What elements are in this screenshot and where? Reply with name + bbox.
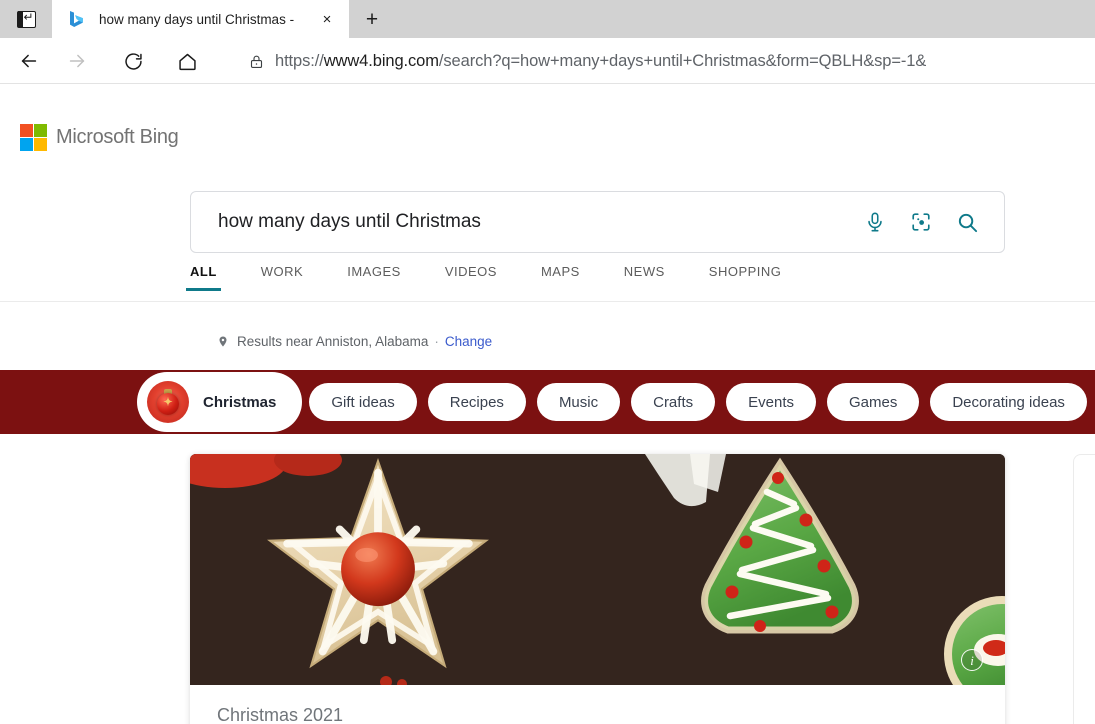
tab-strip-empty-area	[395, 0, 1095, 38]
banner-pill-gift-ideas[interactable]: Gift ideas	[309, 383, 417, 421]
close-icon[interactable]: ×	[317, 9, 337, 29]
location-text: Results near Anniston, Alabama	[237, 334, 429, 349]
url-path: /search?q=how+many+days+until+Christmas&…	[438, 51, 927, 70]
tab-actions-icon[interactable]	[0, 0, 52, 38]
banner-pill-christmas[interactable]: ✦ Christmas	[141, 376, 299, 428]
microphone-icon[interactable]	[852, 199, 898, 245]
back-arrow-icon[interactable]	[9, 41, 49, 81]
banner-pill-crafts[interactable]: Crafts	[631, 383, 716, 421]
tab-title: how many days until Christmas -	[99, 11, 295, 27]
browser-tab[interactable]: how many days until Christmas - ×	[52, 0, 347, 38]
sidebar-card	[1073, 454, 1095, 724]
answer-body: Christmas 2021 Saturday, December 25 (in…	[190, 685, 1005, 724]
change-location-link[interactable]: Change	[445, 334, 492, 349]
tab-all[interactable]: ALL	[186, 264, 221, 291]
bing-logo-text: Microsoft Bing	[56, 126, 179, 148]
christmas-banner: ✦ Christmas Gift ideas Recipes Music Cra…	[0, 370, 1095, 434]
banner-pill-label: Christmas	[203, 393, 277, 411]
search-box[interactable]: how many days until Christmas	[190, 191, 1005, 253]
christmas-answer-card: i Christmas 2021 Saturday, December 25 (…	[190, 454, 1005, 724]
christmas-ornament-icon: ✦	[147, 381, 189, 423]
tab-images[interactable]: IMAGES	[347, 264, 401, 291]
bing-header: Microsoft Bing how many days until Chris…	[0, 84, 1095, 349]
banner-pill-recipes[interactable]: Recipes	[427, 383, 526, 421]
image-info-badge[interactable]: i	[961, 649, 983, 671]
url-host: www4.bing.com	[323, 51, 439, 70]
forward-arrow-icon	[57, 41, 97, 81]
answer-eyebrow: Christmas 2021	[217, 705, 344, 724]
lock-icon[interactable]	[246, 51, 266, 71]
banner-pill-events[interactable]: Events	[726, 383, 816, 421]
page-content: Microsoft Bing how many days until Chris…	[0, 84, 1095, 724]
new-tab-button[interactable]: +	[349, 0, 395, 38]
location-separator: ·	[434, 334, 439, 349]
address-bar[interactable]: https://www4.bing.com/search?q=how+many+…	[232, 44, 1095, 78]
location-pin-icon	[217, 334, 229, 349]
url-text[interactable]: https://www4.bing.com/search?q=how+many+…	[275, 52, 926, 71]
tab-videos[interactable]: VIDEOS	[445, 264, 497, 291]
banner-pill-music[interactable]: Music	[536, 383, 621, 421]
tab-shopping[interactable]: SHOPPING	[709, 264, 782, 291]
reload-icon[interactable]	[113, 41, 153, 81]
home-icon[interactable]	[167, 41, 207, 81]
url-scheme: https://	[275, 51, 324, 70]
banner-pill-list: ✦ Christmas Gift ideas Recipes Music Cra…	[141, 376, 1095, 428]
visual-search-icon[interactable]	[898, 199, 944, 245]
result-type-tabs: ALL WORK IMAGES VIDEOS MAPS NEWS SHOPPIN…	[186, 264, 825, 301]
bing-logo[interactable]: Microsoft Bing	[20, 124, 179, 151]
tab-work[interactable]: WORK	[261, 264, 303, 291]
hero-image[interactable]: i	[190, 454, 1005, 685]
tabs-divider	[0, 301, 1095, 302]
location-row: Results near Anniston, Alabama · Change	[217, 334, 492, 349]
search-icon[interactable]	[944, 199, 990, 245]
microsoft-logo-icon	[20, 124, 47, 151]
tab-actions-glyph	[16, 8, 36, 28]
search-input[interactable]: how many days until Christmas	[218, 211, 852, 233]
bing-favicon	[68, 10, 85, 28]
tab-strip: how many days until Christmas - × +	[0, 0, 1095, 38]
tab-news[interactable]: NEWS	[624, 264, 665, 291]
banner-pill-decorating-ideas[interactable]: Decorating ideas	[930, 383, 1087, 421]
ornament-star: ✦	[163, 396, 173, 409]
banner-pill-games[interactable]: Games	[826, 383, 920, 421]
tab-maps[interactable]: MAPS	[541, 264, 580, 291]
browser-chrome: how many days until Christmas - × + http…	[0, 0, 1095, 84]
